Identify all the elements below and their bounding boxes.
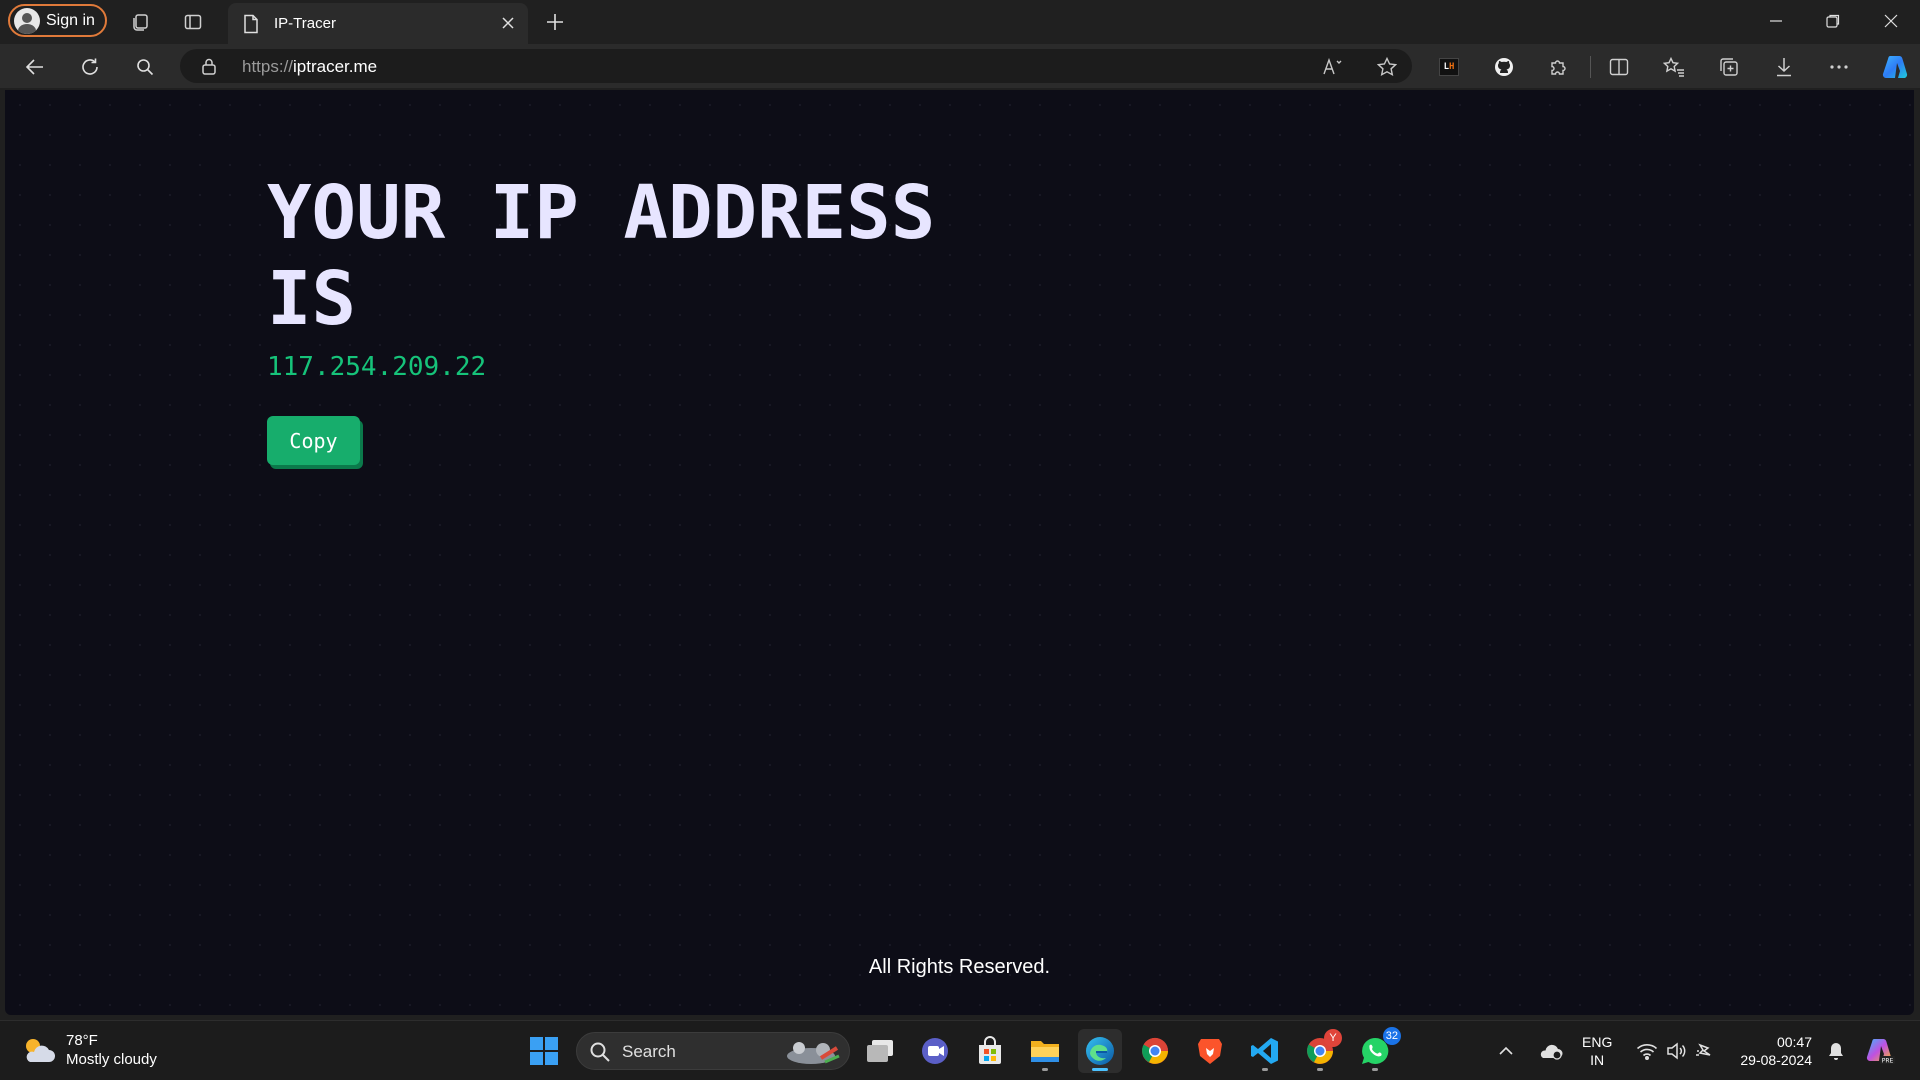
copilot-pre-icon: PRE (1866, 1039, 1895, 1065)
quick-settings-button[interactable] (1631, 1029, 1721, 1073)
read-aloud-icon[interactable] (1320, 54, 1346, 80)
microsoft-store-button[interactable] (968, 1029, 1012, 1073)
workspaces-icon[interactable] (128, 9, 154, 35)
url-scheme: https:// (242, 57, 294, 76)
collections-icon[interactable] (1715, 53, 1743, 81)
url-host: iptracer.me (293, 57, 378, 76)
split-screen-icon[interactable] (1605, 53, 1633, 81)
minimize-icon[interactable] (1756, 6, 1796, 36)
page-viewport: YOUR IP ADDRESS IS 117.254.209.22 Copy A… (5, 90, 1914, 1015)
vscode-button[interactable] (1243, 1029, 1287, 1073)
language-indicator[interactable]: ENG IN (1582, 1033, 1612, 1069)
chrome-button[interactable] (1133, 1029, 1177, 1073)
microsoft-store-icon (979, 1036, 1001, 1064)
clock-time: 00:47 (1776, 1034, 1812, 1050)
copilot-taskbar-button[interactable]: PRE (1860, 1029, 1900, 1073)
notifications-button[interactable] (1822, 1029, 1850, 1073)
lh-label: LH (1443, 62, 1455, 72)
file-explorer-button[interactable] (1023, 1029, 1067, 1073)
ip-headline: YOUR IP ADDRESS IS (267, 170, 936, 342)
browser-toolbar: https://iptracer.me LH (0, 44, 1920, 88)
toolbar-separator (1590, 56, 1591, 78)
edge-button[interactable] (1078, 1029, 1122, 1073)
browser-title-bar: Sign in IP-Tracer (0, 0, 1920, 44)
active-indicator (1092, 1068, 1108, 1071)
battery-charging-icon (1696, 1043, 1711, 1056)
windows-taskbar: 78°F Mostly cloudy Search Y 32 ENG IN 00… (0, 1020, 1920, 1080)
onedrive-button[interactable] (1532, 1029, 1568, 1073)
more-menu-icon[interactable] (1825, 53, 1853, 81)
task-view-button[interactable] (858, 1029, 902, 1073)
profile-avatar-icon (14, 7, 40, 34)
chrome-icon (1142, 1037, 1169, 1064)
running-indicator (1262, 1068, 1268, 1071)
page-icon (238, 11, 264, 37)
favorite-star-icon[interactable] (1374, 54, 1400, 80)
folder-icon (1031, 1041, 1059, 1062)
volume-icon (1667, 1042, 1686, 1060)
language-secondary: IN (1590, 1052, 1605, 1068)
ip-address-value: 117.254.209.22 (267, 352, 487, 382)
task-view-icon (867, 1040, 893, 1062)
cloud-sun-icon (26, 1039, 55, 1062)
url-text[interactable]: https://iptracer.me (242, 57, 377, 77)
extensions-puzzle-icon[interactable] (1545, 53, 1573, 81)
chevron-up-icon (1499, 1046, 1513, 1055)
running-indicator (1042, 1068, 1048, 1071)
restore-icon[interactable] (1813, 6, 1853, 36)
back-icon[interactable] (20, 52, 50, 82)
search-icon (590, 1042, 610, 1062)
close-tab-icon[interactable] (496, 11, 520, 35)
taskbar-search-label: Search (622, 1042, 676, 1061)
windows-logo-icon (530, 1037, 558, 1065)
clock-date: 29-08-2024 (1740, 1052, 1812, 1068)
copy-ip-button[interactable]: Copy (267, 416, 360, 465)
sign-in-button[interactable]: Sign in (8, 4, 107, 37)
language-primary: ENG (1582, 1034, 1613, 1050)
teams-chat-button[interactable] (913, 1029, 957, 1073)
running-indicator (1317, 1068, 1323, 1071)
teams-chat-icon (922, 1038, 948, 1064)
downloads-icon[interactable] (1770, 53, 1798, 81)
lock-icon[interactable] (198, 55, 220, 77)
chrome-profile-button[interactable]: Y (1298, 1029, 1342, 1073)
search-icon[interactable] (130, 52, 160, 82)
chrome-profile-badge: Y (1324, 1029, 1342, 1047)
brave-button[interactable] (1188, 1029, 1232, 1073)
bell-icon (1829, 1043, 1843, 1060)
vertical-tabs-icon[interactable] (180, 9, 206, 35)
copilot-icon[interactable] (1878, 53, 1912, 81)
whatsapp-button[interactable]: 32 (1353, 1027, 1401, 1073)
running-indicator (1372, 1068, 1378, 1071)
weather-description: Mostly cloudy (66, 1051, 157, 1068)
weather-widget[interactable]: 78°F Mostly cloudy (20, 1031, 157, 1069)
whatsapp-unread-badge: 32 (1382, 1027, 1401, 1045)
wifi-icon (1636, 1044, 1658, 1060)
svg-text:PRE: PRE (1882, 1058, 1894, 1065)
sign-in-label: Sign in (46, 11, 95, 29)
start-button[interactable] (522, 1029, 566, 1073)
footer-text: All Rights Reserved. (868, 956, 1051, 978)
github-extension-icon[interactable] (1490, 53, 1518, 81)
refresh-icon[interactable] (75, 52, 105, 82)
favorites-icon[interactable] (1660, 53, 1688, 81)
brave-lion-icon (1198, 1039, 1222, 1064)
tab-ip-tracer[interactable]: IP-Tracer (228, 3, 528, 44)
lighthouse-extension-icon[interactable]: LH (1435, 53, 1463, 81)
onedrive-cloud-icon (1540, 1044, 1563, 1060)
clock[interactable]: 00:47 29-08-2024 (1736, 1033, 1812, 1069)
new-tab-button[interactable] (541, 8, 569, 36)
address-bar[interactable]: https://iptracer.me (180, 49, 1412, 83)
edge-icon (1086, 1037, 1114, 1065)
close-window-icon[interactable] (1871, 6, 1911, 36)
search-highlight-illustration-icon (787, 1042, 840, 1064)
show-hidden-icons-button[interactable] (1490, 1029, 1522, 1073)
weather-temperature: 78°F (66, 1032, 98, 1049)
vscode-icon (1251, 1038, 1278, 1064)
taskbar-search[interactable]: Search (576, 1032, 850, 1070)
tab-title: IP-Tracer (274, 15, 336, 32)
